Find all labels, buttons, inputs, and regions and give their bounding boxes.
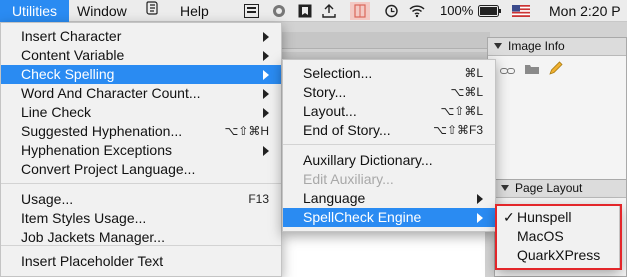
menu-item-auxillary-dictionary[interactable]: Auxillary Dictionary... xyxy=(283,151,495,170)
us-flag-icon[interactable] xyxy=(512,5,530,17)
menu-item-line-check[interactable]: Line Check xyxy=(1,103,281,122)
page-layout-title: Page Layout xyxy=(515,181,583,195)
upload-icon[interactable] xyxy=(322,4,337,18)
menu-window[interactable]: Window xyxy=(77,0,127,22)
menu-item-label: Edit Auxiliary... xyxy=(303,171,394,187)
menu-item-word-and-character-count[interactable]: Word And Character Count... xyxy=(1,84,281,103)
menu-item-label: Story... xyxy=(303,84,347,100)
menu-help[interactable]: Help xyxy=(180,0,209,22)
quark-badge-icon[interactable] xyxy=(350,2,370,20)
menu-item-item-styles-usage[interactable]: Item Styles Usage... xyxy=(1,209,281,228)
menu-item-layout[interactable]: Layout... ⌥⇧⌘L xyxy=(283,102,495,121)
submenu-arrow-icon xyxy=(263,108,269,118)
image-info-title: Image Info xyxy=(508,39,565,53)
shortcut-label: ⌘L xyxy=(464,66,483,80)
menu-item-label: Content Variable xyxy=(21,47,125,63)
menubar-clock[interactable]: Mon 2:20 P xyxy=(549,0,621,22)
menu-item-language[interactable]: Language xyxy=(283,189,495,208)
menu-item-story[interactable]: Story... ⌥⌘L xyxy=(283,83,495,102)
menu-separator xyxy=(1,183,281,184)
menu-item-label: End of Story... xyxy=(303,122,391,138)
menu-item-label: Usage... xyxy=(21,191,74,207)
menu-item-label: Selection... xyxy=(303,65,373,81)
submenu-arrow-icon xyxy=(263,70,269,80)
menu-utilities[interactable]: Utilities xyxy=(0,0,69,22)
menu-item-label: Insert Placeholder Text xyxy=(21,253,164,269)
menu-item-label: Line Check xyxy=(21,104,92,120)
menu-item-insert-character[interactable]: Insert Character xyxy=(1,27,281,46)
battery-percent: 100% xyxy=(440,3,474,18)
menu-item-label: Auxillary Dictionary... xyxy=(303,152,433,168)
bookmark-icon[interactable] xyxy=(298,4,313,18)
submenu-arrow-icon xyxy=(477,213,483,223)
submenu-arrow-icon xyxy=(263,51,269,61)
menu-item-usage[interactable]: Usage... F13 xyxy=(1,190,281,209)
folder-icon[interactable] xyxy=(524,62,540,78)
menu-item-insert-placeholder-text[interactable]: Insert Placeholder Text xyxy=(1,252,281,271)
check-spelling-submenu: Selection... ⌘L Story... ⌥⌘L Layout... ⌥⇧⌘L En… xyxy=(282,59,496,232)
wifi-icon[interactable] xyxy=(409,4,425,18)
menu-item-hyphenation-exceptions[interactable]: Hyphenation Exceptions xyxy=(1,141,281,160)
menu-separator xyxy=(283,144,495,145)
menu-item-label: SpellCheck Engine xyxy=(303,209,422,225)
battery-icon[interactable] xyxy=(478,4,502,18)
submenu-arrow-icon xyxy=(263,32,269,42)
menu-item-label: Item Styles Usage... xyxy=(21,210,147,226)
shortcut-label: ⌥⇧⌘L xyxy=(440,104,483,118)
submenu-arrow-icon xyxy=(263,89,269,99)
script-icon[interactable] xyxy=(145,0,159,22)
menu-item-label: Hyphenation Exceptions xyxy=(21,142,172,158)
submenu-arrow-icon xyxy=(263,146,269,156)
shortcut-label: F13 xyxy=(248,192,269,206)
menu-item-check-spelling[interactable]: Check Spelling xyxy=(1,65,281,84)
menu-item-label: Language xyxy=(303,190,366,206)
creative-cloud-icon[interactable] xyxy=(271,4,286,18)
shortcut-label: ⌥⇧⌘F3 xyxy=(433,123,483,137)
shortcut-label: ⌥⌘L xyxy=(450,85,483,99)
timemachine-icon[interactable] xyxy=(384,4,399,18)
menu-item-convert-project-language[interactable]: Convert Project Language... xyxy=(1,160,281,179)
menu-separator xyxy=(1,245,281,246)
annotation-highlight xyxy=(495,204,622,270)
menu-item-selection[interactable]: Selection... ⌘L xyxy=(283,64,495,83)
menu-item-edit-auxiliary: Edit Auxiliary... xyxy=(283,170,495,189)
menu-item-label: Convert Project Language... xyxy=(21,161,196,177)
menu-item-label: Check Spelling xyxy=(21,66,115,82)
xpress-tags-icon[interactable] xyxy=(244,4,259,18)
menu-item-label: Word And Character Count... xyxy=(21,85,201,101)
utilities-menu: Insert Character Content Variable Check Sp… xyxy=(0,22,282,277)
menu-item-content-variable[interactable]: Content Variable xyxy=(1,46,281,65)
menu-item-label: Insert Character xyxy=(21,28,122,44)
collapse-triangle-icon[interactable] xyxy=(494,43,502,49)
menu-item-label: Suggested Hyphenation... xyxy=(21,123,183,139)
pencil-icon[interactable] xyxy=(548,61,563,79)
menu-item-label: Layout... xyxy=(303,103,357,119)
menu-item-suggested-hyphenation[interactable]: Suggested Hyphenation... ⌥⇧⌘H xyxy=(1,122,281,141)
menubar: Utilities Window Help 100% Mon 2:20 P xyxy=(0,0,627,22)
image-info-palette: Image Info xyxy=(487,37,627,182)
menu-item-end-of-story[interactable]: End of Story... ⌥⇧⌘F3 xyxy=(283,121,495,140)
submenu-arrow-icon xyxy=(477,194,483,204)
collapse-triangle-icon[interactable] xyxy=(501,185,509,191)
image-info-header[interactable]: Image Info xyxy=(488,38,626,56)
page-layout-header[interactable]: Page Layout xyxy=(495,180,626,198)
menu-item-spellcheck-engine[interactable]: SpellCheck Engine xyxy=(283,208,495,227)
toolbar-strip xyxy=(280,32,490,49)
shortcut-label: ⌥⇧⌘H xyxy=(224,124,269,138)
link-icon[interactable] xyxy=(500,64,516,79)
